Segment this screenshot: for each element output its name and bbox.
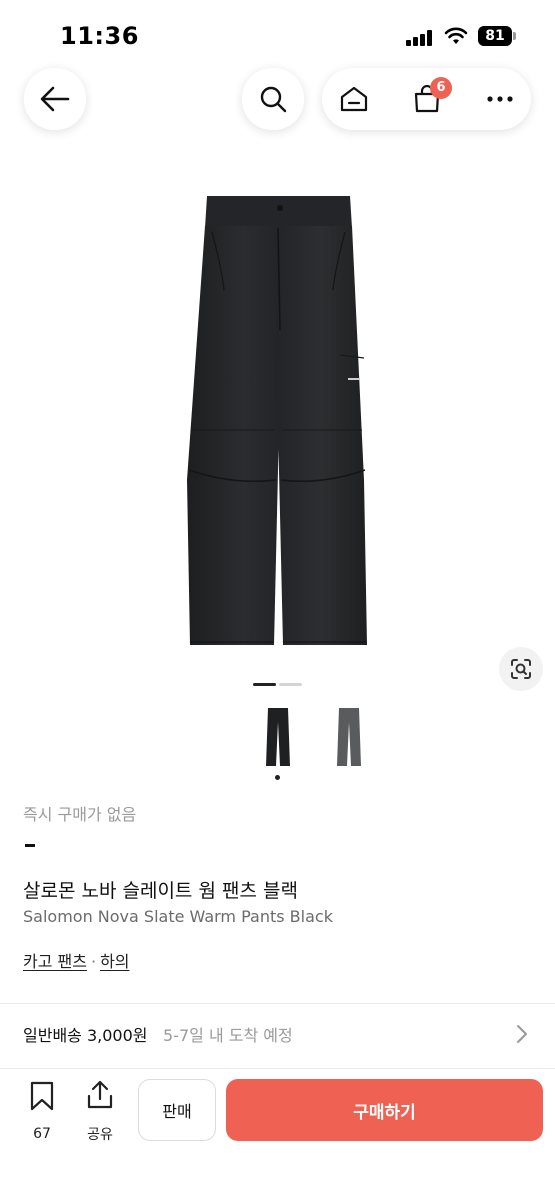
- home-button[interactable]: [324, 68, 384, 130]
- cellular-signal-icon: [406, 30, 436, 46]
- shipping-label: 일반배송 3,000원: [23, 1026, 148, 1045]
- category-tags: 카고 팬츠 · 하의: [23, 948, 130, 972]
- bookmark-icon: [30, 1081, 54, 1111]
- more-button[interactable]: [470, 68, 530, 130]
- tag-separator: ·: [90, 952, 97, 971]
- battery-tip: [513, 32, 516, 40]
- more-icon: [487, 96, 513, 102]
- search-button[interactable]: [242, 68, 304, 130]
- price-placeholder: [25, 844, 35, 847]
- thumbnail-black[interactable]: [263, 706, 293, 768]
- nav-action-group: [322, 68, 531, 130]
- tag-cargo-pants[interactable]: 카고 팬츠: [23, 952, 87, 971]
- sell-button[interactable]: 판매: [138, 1079, 216, 1141]
- product-image[interactable]: [150, 180, 405, 660]
- share-button[interactable]: 공유: [80, 1079, 120, 1143]
- battery-indicator: 81: [478, 26, 512, 46]
- cart-count-badge: 6: [430, 77, 452, 99]
- product-title-korean: 살로몬 노바 슬레이트 웜 팬츠 블랙: [23, 880, 298, 902]
- instant-purchase-note: 즉시 구매가 없음: [23, 805, 137, 824]
- carousel-indicator-active: [253, 683, 276, 686]
- thumbnail-grey[interactable]: [334, 706, 364, 768]
- bottom-action-bar: 67 공유 판매 구매하기: [0, 1068, 555, 1200]
- tag-bottoms[interactable]: 하의: [100, 952, 129, 971]
- image-search-button[interactable]: [499, 647, 543, 691]
- carousel-indicator: [279, 683, 302, 686]
- status-time: 11:36: [60, 22, 139, 50]
- shipping-eta: 5-7일 내 도착 예정: [163, 1026, 293, 1045]
- save-count: 67: [33, 1126, 51, 1142]
- search-icon: [260, 86, 287, 113]
- status-bar: 11:36 81: [0, 0, 555, 70]
- buy-button[interactable]: 구매하기: [226, 1079, 543, 1141]
- lens-search-icon: [511, 659, 531, 679]
- home-icon: [340, 86, 368, 112]
- back-button[interactable]: [24, 68, 86, 130]
- thumbnail-selected-dot: [275, 775, 280, 780]
- share-label: 공유: [87, 1127, 113, 1143]
- shipping-info-row[interactable]: 일반배송 3,000원 5-7일 내 도착 예정: [0, 1004, 555, 1062]
- wifi-icon: [444, 27, 468, 44]
- share-icon: [87, 1080, 113, 1109]
- save-button[interactable]: 67: [22, 1081, 62, 1142]
- back-arrow-icon: [40, 86, 70, 112]
- cart-button[interactable]: [397, 68, 457, 130]
- chevron-right-icon: [517, 1025, 527, 1043]
- product-title-english: Salomon Nova Slate Warm Pants Black: [23, 907, 333, 926]
